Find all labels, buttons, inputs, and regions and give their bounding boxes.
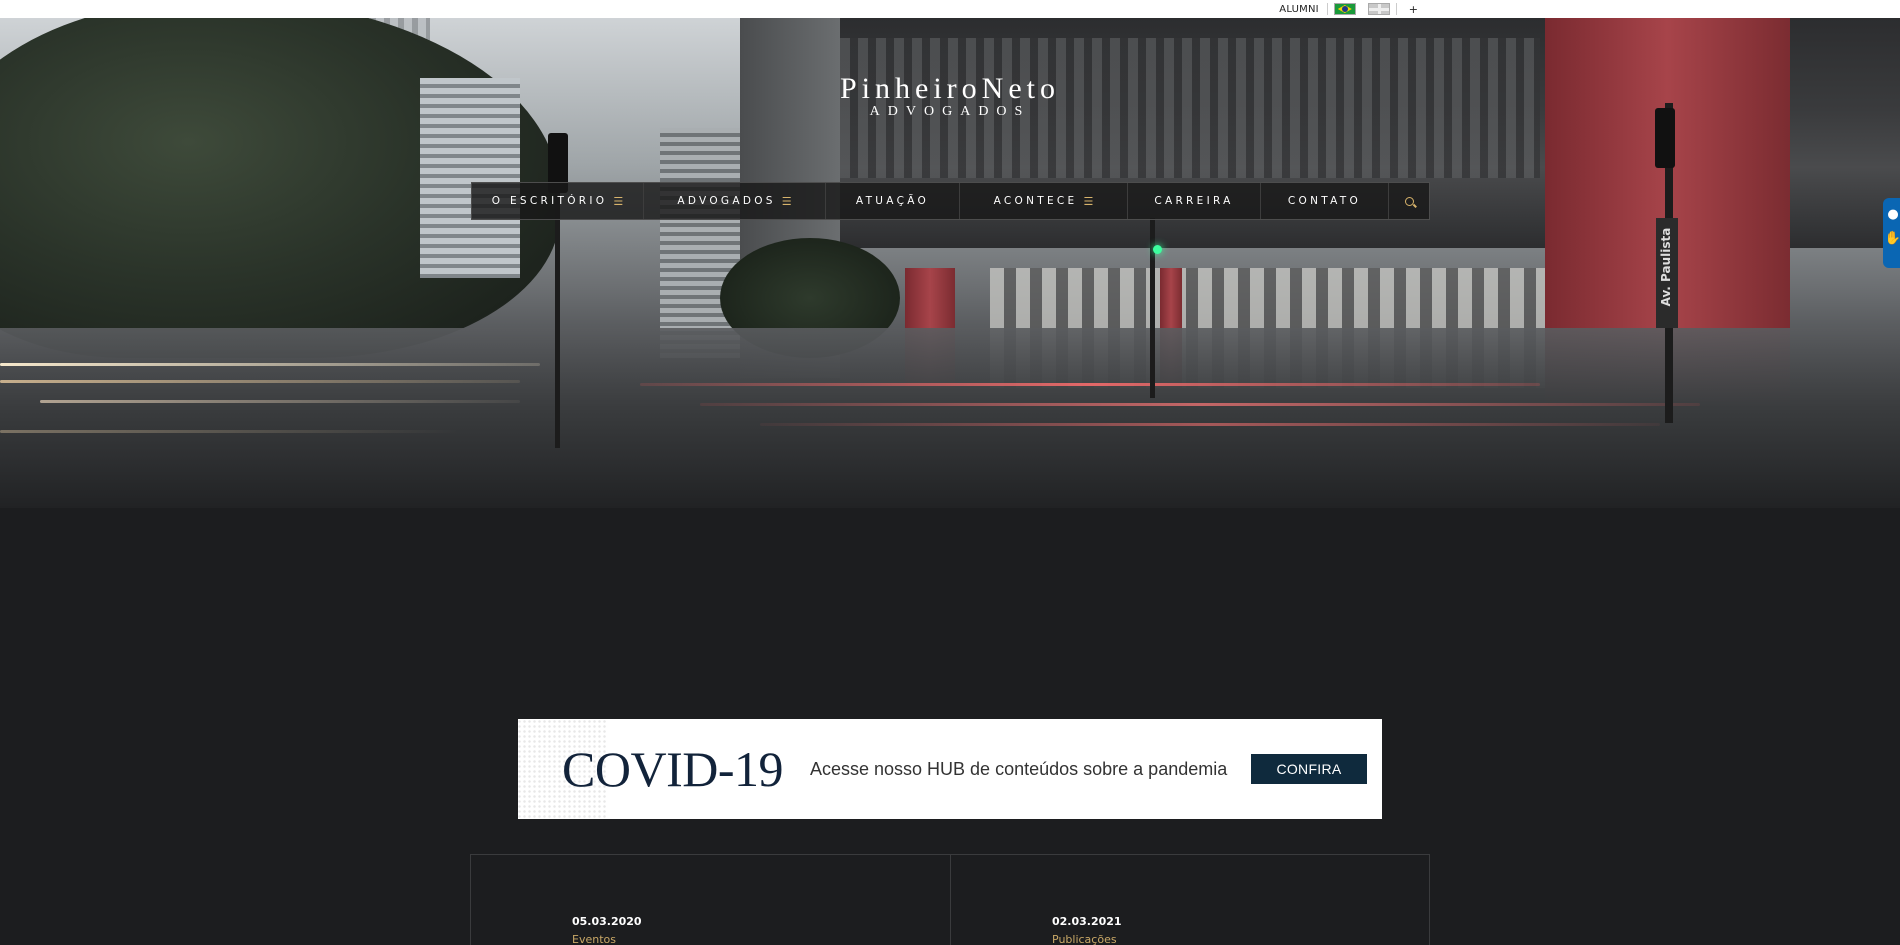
nav-item-carreira[interactable]: CARREIRA: [1128, 183, 1261, 219]
news-category-link[interactable]: Eventos: [572, 933, 616, 945]
nav-item-label: CONTATO: [1287, 195, 1362, 207]
news-date: 02.03.2021: [1052, 915, 1122, 928]
covid-description: Acesse nosso HUB de conteúdos sobre a pa…: [809, 758, 1228, 779]
light-trail: [0, 363, 540, 366]
alumni-link[interactable]: ALUMNI: [1271, 4, 1327, 15]
news-cards: 05.03.2020 Eventos 02.03.2021 Publicaçõe…: [470, 854, 1430, 945]
traffic-light-green: [1153, 245, 1162, 254]
light-trail: [700, 403, 1700, 406]
nav-item-atuacao[interactable]: ATUAÇÃO: [826, 183, 960, 219]
search-icon: [1404, 196, 1414, 206]
menu-icon: ☰: [781, 194, 792, 208]
more-button[interactable]: +: [1397, 3, 1430, 16]
light-trail: [0, 430, 460, 433]
brazil-flag-icon[interactable]: [1333, 3, 1356, 15]
hero-road: [0, 328, 1900, 508]
news-date: 05.03.2020: [572, 915, 642, 928]
covid-banner[interactable]: COVID-19 Acesse nosso HUB de conteúdos s…: [518, 719, 1382, 819]
news-card[interactable]: 05.03.2020 Eventos: [471, 855, 950, 945]
top-utility-bar: ALUMNI +: [0, 0, 1900, 18]
sign-language-hand-icon: ✋: [1884, 231, 1900, 246]
news-card[interactable]: 02.03.2021 Publicações: [950, 855, 1429, 945]
nav-item-advogados[interactable]: ADVOGADOS ☰: [644, 183, 826, 219]
accessibility-person-icon: ●: [1887, 207, 1899, 222]
accessibility-widget[interactable]: ● ✋: [1883, 198, 1900, 268]
light-trail: [0, 380, 520, 383]
menu-icon: ☰: [1083, 194, 1094, 208]
light-trail: [40, 400, 520, 403]
logo-wordmark: PinheiroNeto: [840, 72, 1060, 105]
site-logo[interactable]: PinheiroNeto ADVOGADOS: [0, 74, 1900, 120]
nav-item-acontece[interactable]: ACONTECE ☰: [960, 183, 1128, 219]
nav-item-o-escritorio[interactable]: O ESCRITÓRIO ☰: [472, 183, 644, 219]
street-sign-text: Av. Paulista: [1659, 227, 1673, 307]
light-trail: [760, 423, 1660, 426]
nav-item-label: CARREIRA: [1154, 195, 1234, 207]
confira-button[interactable]: CONFIRA: [1251, 754, 1367, 784]
divider: [1326, 3, 1328, 15]
street-sign: Av. Paulista: [1656, 218, 1678, 328]
news-category-link[interactable]: Publicações: [1052, 933, 1117, 945]
light-trail: [640, 383, 1540, 386]
nav-item-label: ACONTECE: [993, 195, 1078, 207]
covid-title: COVID-19: [562, 741, 783, 797]
nav-item-contato[interactable]: CONTATO: [1261, 183, 1389, 219]
nav-item-label: ATUAÇÃO: [855, 195, 930, 207]
nav-item-label: O ESCRITÓRIO: [491, 195, 608, 207]
menu-icon: ☰: [613, 194, 624, 208]
main-navigation: O ESCRITÓRIO ☰ ADVOGADOS ☰ ATUAÇÃO ACONT…: [471, 182, 1430, 220]
uk-flag-icon[interactable]: [1367, 3, 1390, 15]
logo-subtitle: ADVOGADOS: [869, 104, 1031, 119]
search-button[interactable]: [1389, 183, 1429, 219]
nav-item-label: ADVOGADOS: [677, 195, 776, 207]
top-utility-links: ALUMNI +: [1271, 0, 1430, 18]
